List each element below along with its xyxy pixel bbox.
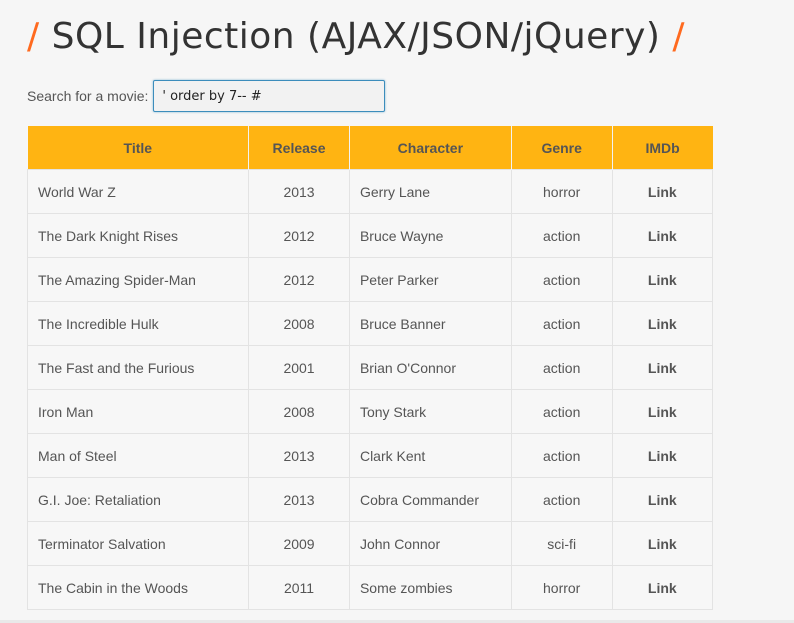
search-form: Search for a movie: (27, 80, 386, 112)
column-header-release: Release (248, 126, 350, 170)
cell-character: Tony Stark (348, 389, 512, 434)
table-row: World War Z 2013 Gerry Lane horror Link (26, 169, 714, 214)
title-slash-left: / (27, 16, 40, 57)
cell-title: The Cabin in the Woods (26, 565, 250, 610)
imdb-link[interactable]: Link (611, 301, 714, 346)
cell-release: 2011 (248, 565, 350, 610)
imdb-link[interactable]: Link (611, 257, 714, 302)
imdb-link[interactable]: Link (611, 433, 714, 478)
title-slash-right: / (672, 16, 686, 57)
table-row: The Fast and the Furious 2001 Brian O'Co… (26, 345, 714, 390)
table-row: The Cabin in the Woods 2011 Some zombies… (26, 565, 714, 610)
cell-title: The Incredible Hulk (26, 301, 250, 346)
imdb-link[interactable]: Link (611, 477, 714, 522)
cell-title: Terminator Salvation (26, 521, 250, 566)
cell-genre: action (510, 213, 613, 258)
cell-release: 2013 (248, 169, 350, 214)
column-header-title: Title (27, 126, 250, 170)
cell-title: G.I. Joe: Retaliation (26, 477, 250, 522)
column-header-character: Character (349, 126, 512, 170)
table-header: Title Release Character Genre IMDb (27, 126, 713, 170)
imdb-link[interactable]: Link (611, 345, 714, 390)
cell-release: 2012 (248, 257, 350, 302)
cell-character: Gerry Lane (348, 169, 512, 214)
cell-genre: sci-fi (510, 521, 613, 566)
header-row: Title Release Character Genre IMDb (27, 126, 713, 170)
cell-character: Cobra Commander (348, 477, 512, 522)
cell-title: The Fast and the Furious (26, 345, 250, 390)
table-row: Terminator Salvation 2009 John Connor sc… (26, 521, 714, 566)
table-row: The Dark Knight Rises 2012 Bruce Wayne a… (26, 213, 714, 258)
cell-title: World War Z (26, 169, 250, 214)
cell-genre: action (510, 301, 613, 346)
imdb-link[interactable]: Link (611, 565, 714, 610)
cell-character: Peter Parker (348, 257, 512, 302)
cell-title: Iron Man (26, 389, 250, 434)
search-label: Search for a movie: (27, 88, 149, 104)
imdb-link[interactable]: Link (611, 213, 714, 258)
cell-release: 2008 (248, 301, 350, 346)
table-row: The Amazing Spider-Man 2012 Peter Parker… (26, 257, 714, 302)
cell-genre: action (510, 257, 613, 302)
cell-character: Bruce Banner (348, 301, 512, 346)
cell-genre: action (510, 477, 613, 522)
table-row: G.I. Joe: Retaliation 2013 Cobra Command… (26, 477, 714, 522)
cell-release: 2012 (248, 213, 350, 258)
cell-genre: action (510, 389, 613, 434)
table-row: Man of Steel 2013 Clark Kent action Link (26, 433, 714, 478)
cell-genre: horror (510, 169, 613, 214)
imdb-link[interactable]: Link (611, 389, 714, 434)
table-row: Iron Man 2008 Tony Stark action Link (26, 389, 714, 434)
cell-character: Bruce Wayne (348, 213, 512, 258)
cell-release: 2009 (248, 521, 350, 566)
cell-character: Clark Kent (348, 433, 512, 478)
cell-character: Brian O'Connor (348, 345, 512, 390)
cell-release: 2013 (248, 477, 350, 522)
title-text: SQL Injection (AJAX/JSON/jQuery) (51, 16, 661, 57)
cell-character: Some zombies (348, 565, 512, 610)
cell-title: Man of Steel (26, 433, 250, 478)
imdb-link[interactable]: Link (611, 521, 714, 566)
cell-release: 2001 (248, 345, 350, 390)
cell-title: The Amazing Spider-Man (26, 257, 250, 302)
cell-genre: action (510, 433, 613, 478)
page: / SQL Injection (AJAX/JSON/jQuery) / Sea… (0, 0, 794, 623)
imdb-link[interactable]: Link (611, 169, 714, 214)
page-title: / SQL Injection (AJAX/JSON/jQuery) / (27, 10, 685, 64)
table-body: World War Z 2013 Gerry Lane horror Link … (26, 169, 714, 610)
cell-release: 2013 (248, 433, 350, 478)
cell-character: John Connor (348, 521, 512, 566)
column-header-imdb: IMDb (612, 126, 713, 170)
movies-table: Title Release Character Genre IMDb World… (26, 126, 714, 610)
table-row: The Incredible Hulk 2008 Bruce Banner ac… (26, 301, 714, 346)
column-header-genre: Genre (511, 126, 613, 170)
cell-title: The Dark Knight Rises (26, 213, 250, 258)
search-input[interactable] (153, 80, 386, 112)
cell-release: 2008 (248, 389, 350, 434)
cell-genre: action (510, 345, 613, 390)
cell-genre: horror (510, 565, 613, 610)
